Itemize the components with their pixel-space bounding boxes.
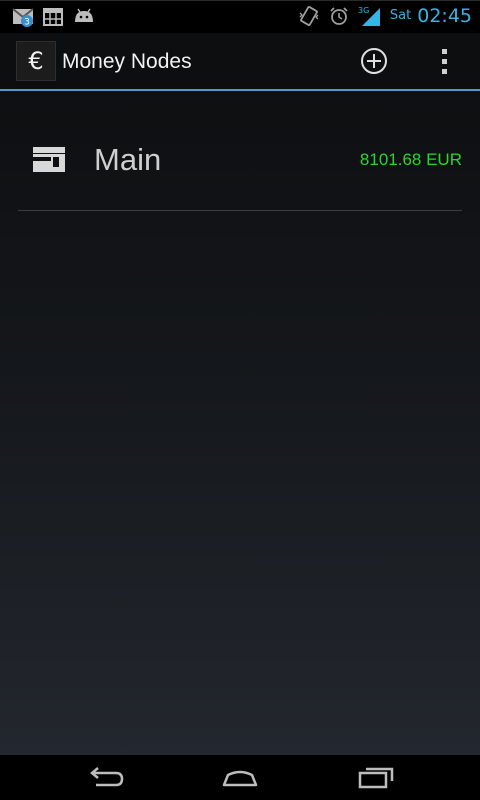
status-day: Sat <box>389 8 412 23</box>
vibrate-icon <box>298 5 320 27</box>
network-type: 3G <box>358 6 369 15</box>
euro-app-icon[interactable]: € <box>16 41 56 81</box>
overflow-menu-icon <box>442 49 447 74</box>
wallet-icon <box>32 145 68 175</box>
page-title: Money Nodes <box>62 50 192 73</box>
account-name: Main <box>94 142 162 177</box>
status-bar: 3 3G Sat 02:45 <box>0 0 480 33</box>
add-button[interactable] <box>358 45 390 77</box>
navigation-bar <box>0 755 480 800</box>
add-circle-icon <box>361 48 387 74</box>
overflow-menu-button[interactable] <box>430 43 460 79</box>
recents-button[interactable] <box>356 763 396 793</box>
back-button[interactable] <box>86 763 126 793</box>
system-status: 3G Sat 02:45 <box>298 5 472 27</box>
calendar-icon <box>42 6 64 28</box>
back-icon <box>90 767 124 787</box>
status-time: 02:45 <box>417 5 472 27</box>
home-button[interactable] <box>220 763 260 793</box>
alarm-icon <box>328 5 350 27</box>
notification-count: 3 <box>24 18 30 28</box>
account-balance: 8101.68 EUR <box>359 150 462 169</box>
accounts-list: Main 8101.68 EUR <box>0 91 480 755</box>
home-icon <box>222 770 258 787</box>
action-bar: € Money Nodes <box>0 33 480 91</box>
recents-icon <box>358 767 394 789</box>
gmail-icon: 3 <box>12 6 34 28</box>
app-screen: 3 3G Sat 02:45 € Money Nodes Main 8101.6… <box>0 0 480 800</box>
list-item[interactable]: Main 8101.68 EUR <box>18 123 462 211</box>
notification-icons: 3 <box>12 6 94 28</box>
android-icon <box>72 6 94 28</box>
signal-icon: 3G <box>358 5 382 27</box>
